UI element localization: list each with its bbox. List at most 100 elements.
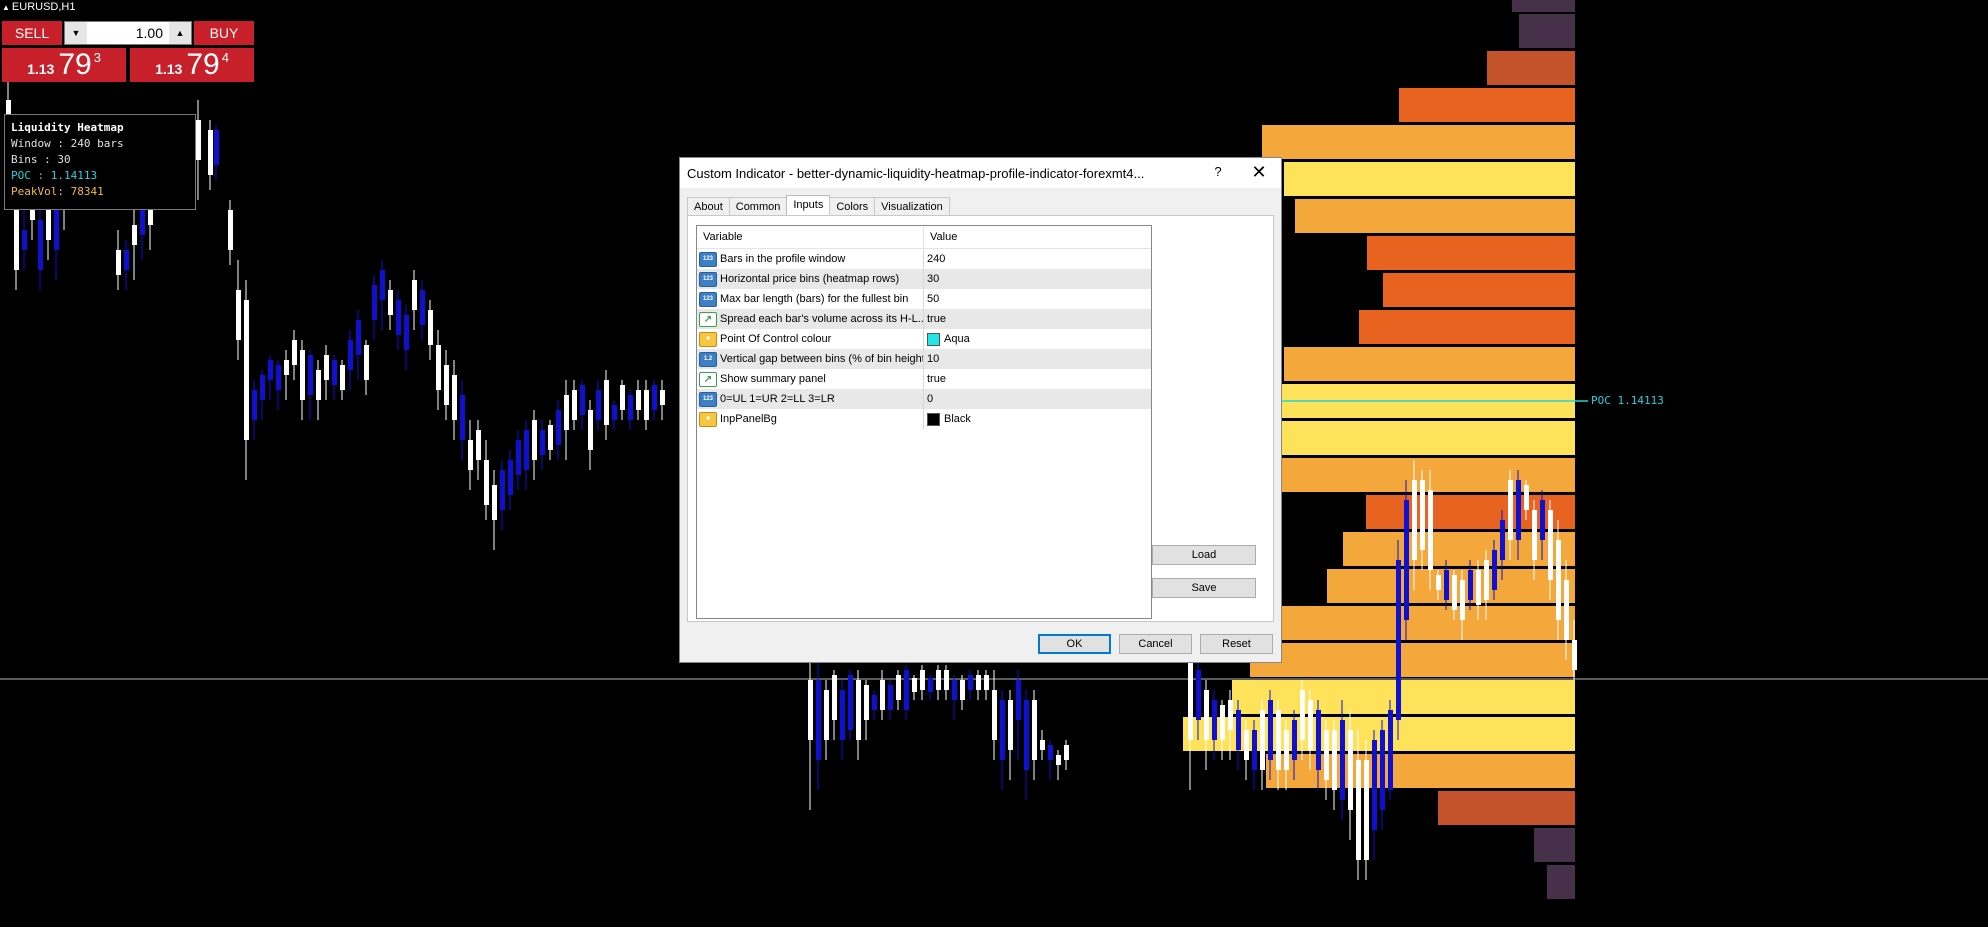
- input-variable-cell[interactable]: 123 Bars in the profile window: [697, 249, 924, 269]
- candle-body: [300, 350, 305, 400]
- candle-body: [1356, 760, 1361, 860]
- candle-body: [132, 225, 137, 245]
- input-row[interactable]: 123 Max bar length (bars) for the fullest…: [697, 289, 1151, 309]
- input-variable-name: Spread each bar's volume across its H-L.…: [720, 313, 924, 325]
- ok-button[interactable]: OK: [1038, 634, 1111, 654]
- ask-price-button[interactable]: 1.13 79 4: [130, 48, 254, 82]
- candle-body: [1032, 700, 1037, 760]
- reset-button[interactable]: Reset: [1200, 634, 1273, 654]
- candle-body: [1000, 700, 1005, 760]
- input-variable-name: Horizontal price bins (heatmap rows): [720, 273, 900, 285]
- dialog-title: Custom Indicator - better-dynamic-liquid…: [687, 166, 1145, 181]
- input-variable-cell[interactable]: 123 Horizontal price bins (heatmap rows): [697, 269, 924, 289]
- input-row[interactable]: 1.2 Vertical gap between bins (% of bin h…: [697, 349, 1151, 369]
- buy-button[interactable]: BUY: [194, 21, 254, 45]
- help-button[interactable]: ?: [1208, 164, 1228, 182]
- summary-peakvol-line: PeakVol: 78341: [11, 185, 104, 198]
- lot-size-value[interactable]: 1.00: [87, 25, 169, 41]
- candle-body: [596, 390, 601, 420]
- input-variable-cell[interactable]: 123 0=UL 1=UR 2=LL 3=LR: [697, 389, 924, 409]
- input-value-cell[interactable]: true: [924, 369, 1151, 389]
- bid-price-pips: 79: [58, 48, 92, 81]
- candle-body: [38, 220, 43, 270]
- bid-price-button[interactable]: 1.13 79 3: [2, 48, 126, 82]
- input-variable-cell[interactable]: ■ Point Of Control colour: [697, 329, 924, 349]
- tab-common[interactable]: Common: [728, 197, 788, 216]
- input-row[interactable]: ■ Point Of Control colour Aqua: [697, 329, 1151, 349]
- input-value-cell[interactable]: true: [924, 309, 1151, 329]
- input-value-cell[interactable]: 30: [924, 269, 1151, 289]
- heatmap-bin: [1281, 458, 1575, 492]
- tab-visualization[interactable]: Visualization: [874, 197, 950, 216]
- input-row[interactable]: 123 Bars in the profile window 240: [697, 249, 1151, 269]
- candle-body: [580, 385, 585, 415]
- candle-body: [340, 365, 345, 390]
- value-column-header[interactable]: Value: [924, 226, 957, 248]
- sell-button[interactable]: SELL: [2, 21, 62, 45]
- candle-body: [268, 360, 273, 380]
- input-value-cell[interactable]: 10: [924, 349, 1151, 369]
- candle-body: [880, 680, 885, 710]
- cancel-button[interactable]: Cancel: [1119, 634, 1192, 654]
- input-row[interactable]: ↗ Spread each bar's volume across its H-L…: [697, 309, 1151, 329]
- bool-icon: ↗: [699, 371, 717, 387]
- input-variable-cell[interactable]: ↗ Show summary panel: [697, 369, 924, 389]
- candle-body: [1284, 730, 1289, 770]
- input-value-cell[interactable]: 50: [924, 289, 1151, 309]
- candle-body: [1204, 690, 1209, 740]
- lot-size-field[interactable]: ▼ 1.00 ▲: [64, 21, 192, 45]
- candle-body: [628, 395, 633, 420]
- input-variable-cell[interactable]: ↗ Spread each bar's volume across its H-L…: [697, 309, 924, 329]
- candle-body: [808, 680, 813, 740]
- input-row[interactable]: 123 Horizontal price bins (heatmap rows) 3…: [697, 269, 1151, 289]
- candle-body: [1508, 480, 1513, 540]
- input-value: true: [927, 313, 946, 325]
- variable-column-header[interactable]: Variable: [697, 226, 924, 248]
- candle-body: [1428, 490, 1433, 570]
- close-icon[interactable]: ✕: [1248, 162, 1270, 182]
- input-variable-cell[interactable]: 1.2 Vertical gap between bins (% of bin h…: [697, 349, 924, 369]
- dialog-titlebar[interactable]: Custom Indicator - better-dynamic-liquid…: [680, 158, 1281, 188]
- heatmap-bin: [1284, 347, 1575, 381]
- candle-body: [1276, 710, 1281, 770]
- candle-body: [928, 678, 933, 692]
- input-value-cell[interactable]: Black: [924, 409, 1151, 429]
- candle-body: [1444, 570, 1449, 600]
- ask-price-prefix: 1.13: [155, 61, 183, 77]
- input-value-cell[interactable]: 0: [924, 389, 1151, 409]
- heatmap-bin: [1519, 14, 1575, 48]
- candle-body: [1196, 670, 1201, 720]
- candle-body: [244, 300, 249, 440]
- input-value-cell[interactable]: Aqua: [924, 329, 1151, 349]
- input-value: Black: [944, 413, 971, 425]
- input-variable-cell[interactable]: 123 Max bar length (bars) for the fullest…: [697, 289, 924, 309]
- heatmap-bin: [1266, 754, 1575, 788]
- candle-body: [236, 290, 241, 340]
- heatmap-bin: [1438, 791, 1575, 825]
- candle-body: [984, 675, 989, 690]
- input-value-cell[interactable]: 240: [924, 249, 1151, 269]
- candle-body: [1396, 560, 1401, 720]
- lot-decrease-icon[interactable]: ▼: [65, 22, 87, 44]
- heatmap-bin: [1512, 0, 1575, 12]
- candle-body: [1548, 510, 1553, 580]
- candle-body: [372, 285, 377, 320]
- candle-body: [1308, 700, 1313, 750]
- tab-about[interactable]: About: [687, 197, 730, 216]
- save-button[interactable]: Save: [1152, 578, 1256, 598]
- input-row[interactable]: ↗ Show summary panel true: [697, 369, 1151, 389]
- candle-body: [952, 680, 957, 700]
- tab-colors[interactable]: Colors: [829, 197, 876, 216]
- input-row[interactable]: 123 0=UL 1=UR 2=LL 3=LR 0: [697, 389, 1151, 409]
- candle-body: [316, 370, 321, 400]
- heatmap-bin: [1547, 865, 1575, 899]
- bid-price-fraction: 3: [93, 50, 101, 65]
- candle-body: [460, 395, 465, 440]
- input-variable-cell[interactable]: ■ InpPanelBg: [697, 409, 924, 429]
- tab-inputs[interactable]: Inputs: [786, 195, 831, 216]
- candle-body: [532, 420, 537, 460]
- candle-body: [904, 670, 909, 710]
- input-row[interactable]: ■ InpPanelBg Black: [697, 409, 1151, 429]
- load-button[interactable]: Load: [1152, 545, 1256, 565]
- lot-increase-icon[interactable]: ▲: [169, 22, 191, 44]
